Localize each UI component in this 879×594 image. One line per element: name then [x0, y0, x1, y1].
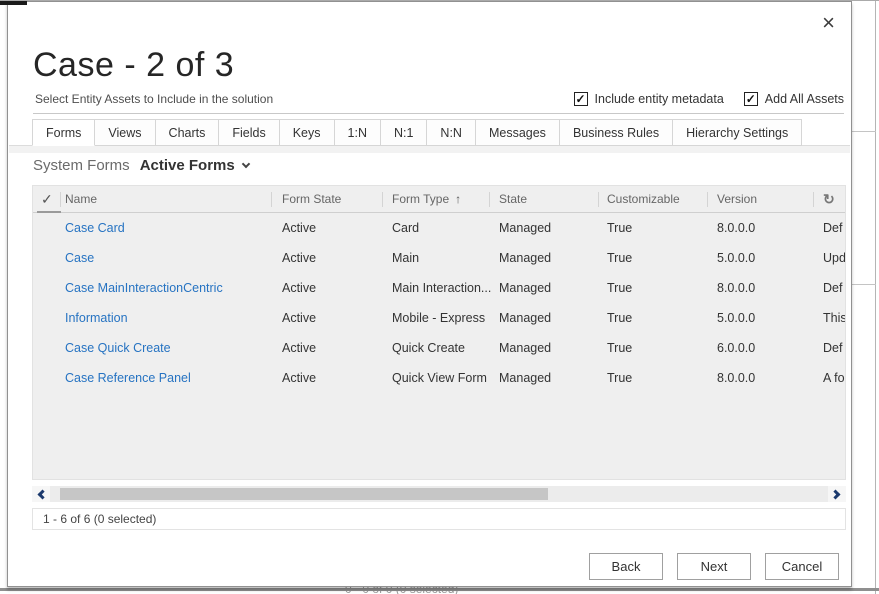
tab-views[interactable]: Views	[94, 119, 155, 146]
chevron-down-icon	[241, 159, 249, 167]
options-row: ✓ Include entity metadata ✓ Add All Asse…	[574, 92, 844, 106]
tab-business-rules[interactable]: Business Rules	[559, 119, 673, 146]
page-subtitle: Select Entity Assets to Include in the s…	[35, 92, 273, 106]
cancel-button[interactable]: Cancel	[765, 553, 839, 580]
back-button[interactable]: Back	[589, 553, 663, 580]
scrollbar-thumb[interactable]	[60, 488, 548, 500]
page-title: Case - 2 of 3	[33, 46, 234, 85]
tab-hierarchy-settings[interactable]: Hierarchy Settings	[672, 119, 802, 146]
form-name-link[interactable]: Information	[65, 303, 265, 333]
tab-forms[interactable]: Forms	[32, 119, 95, 146]
column-header-form-type[interactable]: Form Type↑	[392, 186, 461, 213]
form-name-link[interactable]: Case MainInteractionCentric	[65, 273, 265, 303]
tab-nn[interactable]: N:N	[426, 119, 476, 146]
background-divider	[852, 284, 876, 285]
column-header-form-state[interactable]: Form State	[282, 186, 341, 213]
tab-n1[interactable]: N:1	[380, 119, 427, 146]
form-name-link[interactable]: Case Quick Create	[65, 333, 265, 363]
background-divider	[852, 131, 876, 132]
footer-buttons: Back Next Cancel	[589, 553, 839, 580]
view-selector-label: Active Forms	[140, 157, 235, 174]
scroll-right-button[interactable]	[828, 486, 846, 502]
column-header-version[interactable]: Version	[717, 186, 757, 213]
tab-messages[interactable]: Messages	[475, 119, 560, 146]
horizontal-scrollbar[interactable]	[32, 486, 846, 502]
close-icon[interactable]: ×	[822, 12, 835, 34]
tab-fields[interactable]: Fields	[218, 119, 279, 146]
grid-status: 1 - 6 of 6 (0 selected)	[32, 508, 846, 530]
tab-keys[interactable]: Keys	[279, 119, 335, 146]
dialog-bottom-shadow	[0, 588, 879, 591]
table-row[interactable]: Case Quick Create Active Quick Create Ma…	[33, 333, 845, 363]
form-name-link[interactable]: Case Card	[65, 213, 265, 243]
next-button[interactable]: Next	[677, 553, 751, 580]
background-page-edge	[875, 1, 876, 594]
table-row[interactable]: Case Active Main Managed True 5.0.0.0 Up…	[33, 243, 845, 273]
group-label: System Forms	[33, 157, 130, 174]
add-all-assets-checkbox[interactable]: ✓	[744, 92, 758, 106]
grid-header: ✓ Name Form State Form Type↑ State Custo…	[33, 186, 845, 213]
column-header-state[interactable]: State	[499, 186, 527, 213]
forms-grid: ✓ Name Form State Form Type↑ State Custo…	[32, 185, 846, 480]
include-entity-metadata-label: Include entity metadata	[595, 92, 724, 106]
scroll-left-button[interactable]	[32, 486, 50, 502]
include-entity-metadata-option: ✓ Include entity metadata	[574, 92, 724, 106]
select-entity-assets-dialog: × Case - 2 of 3 Select Entity Assets to …	[7, 1, 852, 587]
column-header-name[interactable]: Name	[65, 186, 97, 213]
form-name-link[interactable]: Case Reference Panel	[65, 363, 265, 393]
header-divider	[33, 113, 844, 114]
tabs-band	[9, 146, 850, 153]
screen: 0 - 0 of 0 (0 selected) × Case - 2 of 3 …	[0, 0, 879, 594]
view-selector[interactable]: Active Forms	[140, 157, 249, 174]
add-all-assets-label: Add All Assets	[765, 92, 844, 106]
tab-1n[interactable]: 1:N	[334, 119, 381, 146]
form-name-link[interactable]: Case	[65, 243, 265, 273]
select-all-icon[interactable]: ✓	[41, 186, 53, 213]
chevron-left-icon	[38, 489, 48, 499]
corner-mark	[0, 1, 27, 5]
asset-tabs: Forms Views Charts Fields Keys 1:N N:1 N…	[33, 119, 802, 146]
table-row[interactable]: Information Active Mobile - Express Mana…	[33, 303, 845, 333]
table-row[interactable]: Case Reference Panel Active Quick View F…	[33, 363, 845, 393]
table-row[interactable]: Case Card Active Card Managed True 8.0.0…	[33, 213, 845, 243]
include-entity-metadata-checkbox[interactable]: ✓	[574, 92, 588, 106]
table-row[interactable]: Case MainInteractionCentric Active Main …	[33, 273, 845, 303]
view-bar: System Forms Active Forms	[33, 157, 249, 174]
column-header-customizable[interactable]: Customizable	[607, 186, 680, 213]
tab-charts[interactable]: Charts	[155, 119, 220, 146]
chevron-right-icon	[831, 489, 841, 499]
sort-ascending-icon: ↑	[455, 192, 461, 206]
refresh-icon[interactable]: ↻	[823, 186, 835, 213]
add-all-assets-option: ✓ Add All Assets	[744, 92, 844, 106]
